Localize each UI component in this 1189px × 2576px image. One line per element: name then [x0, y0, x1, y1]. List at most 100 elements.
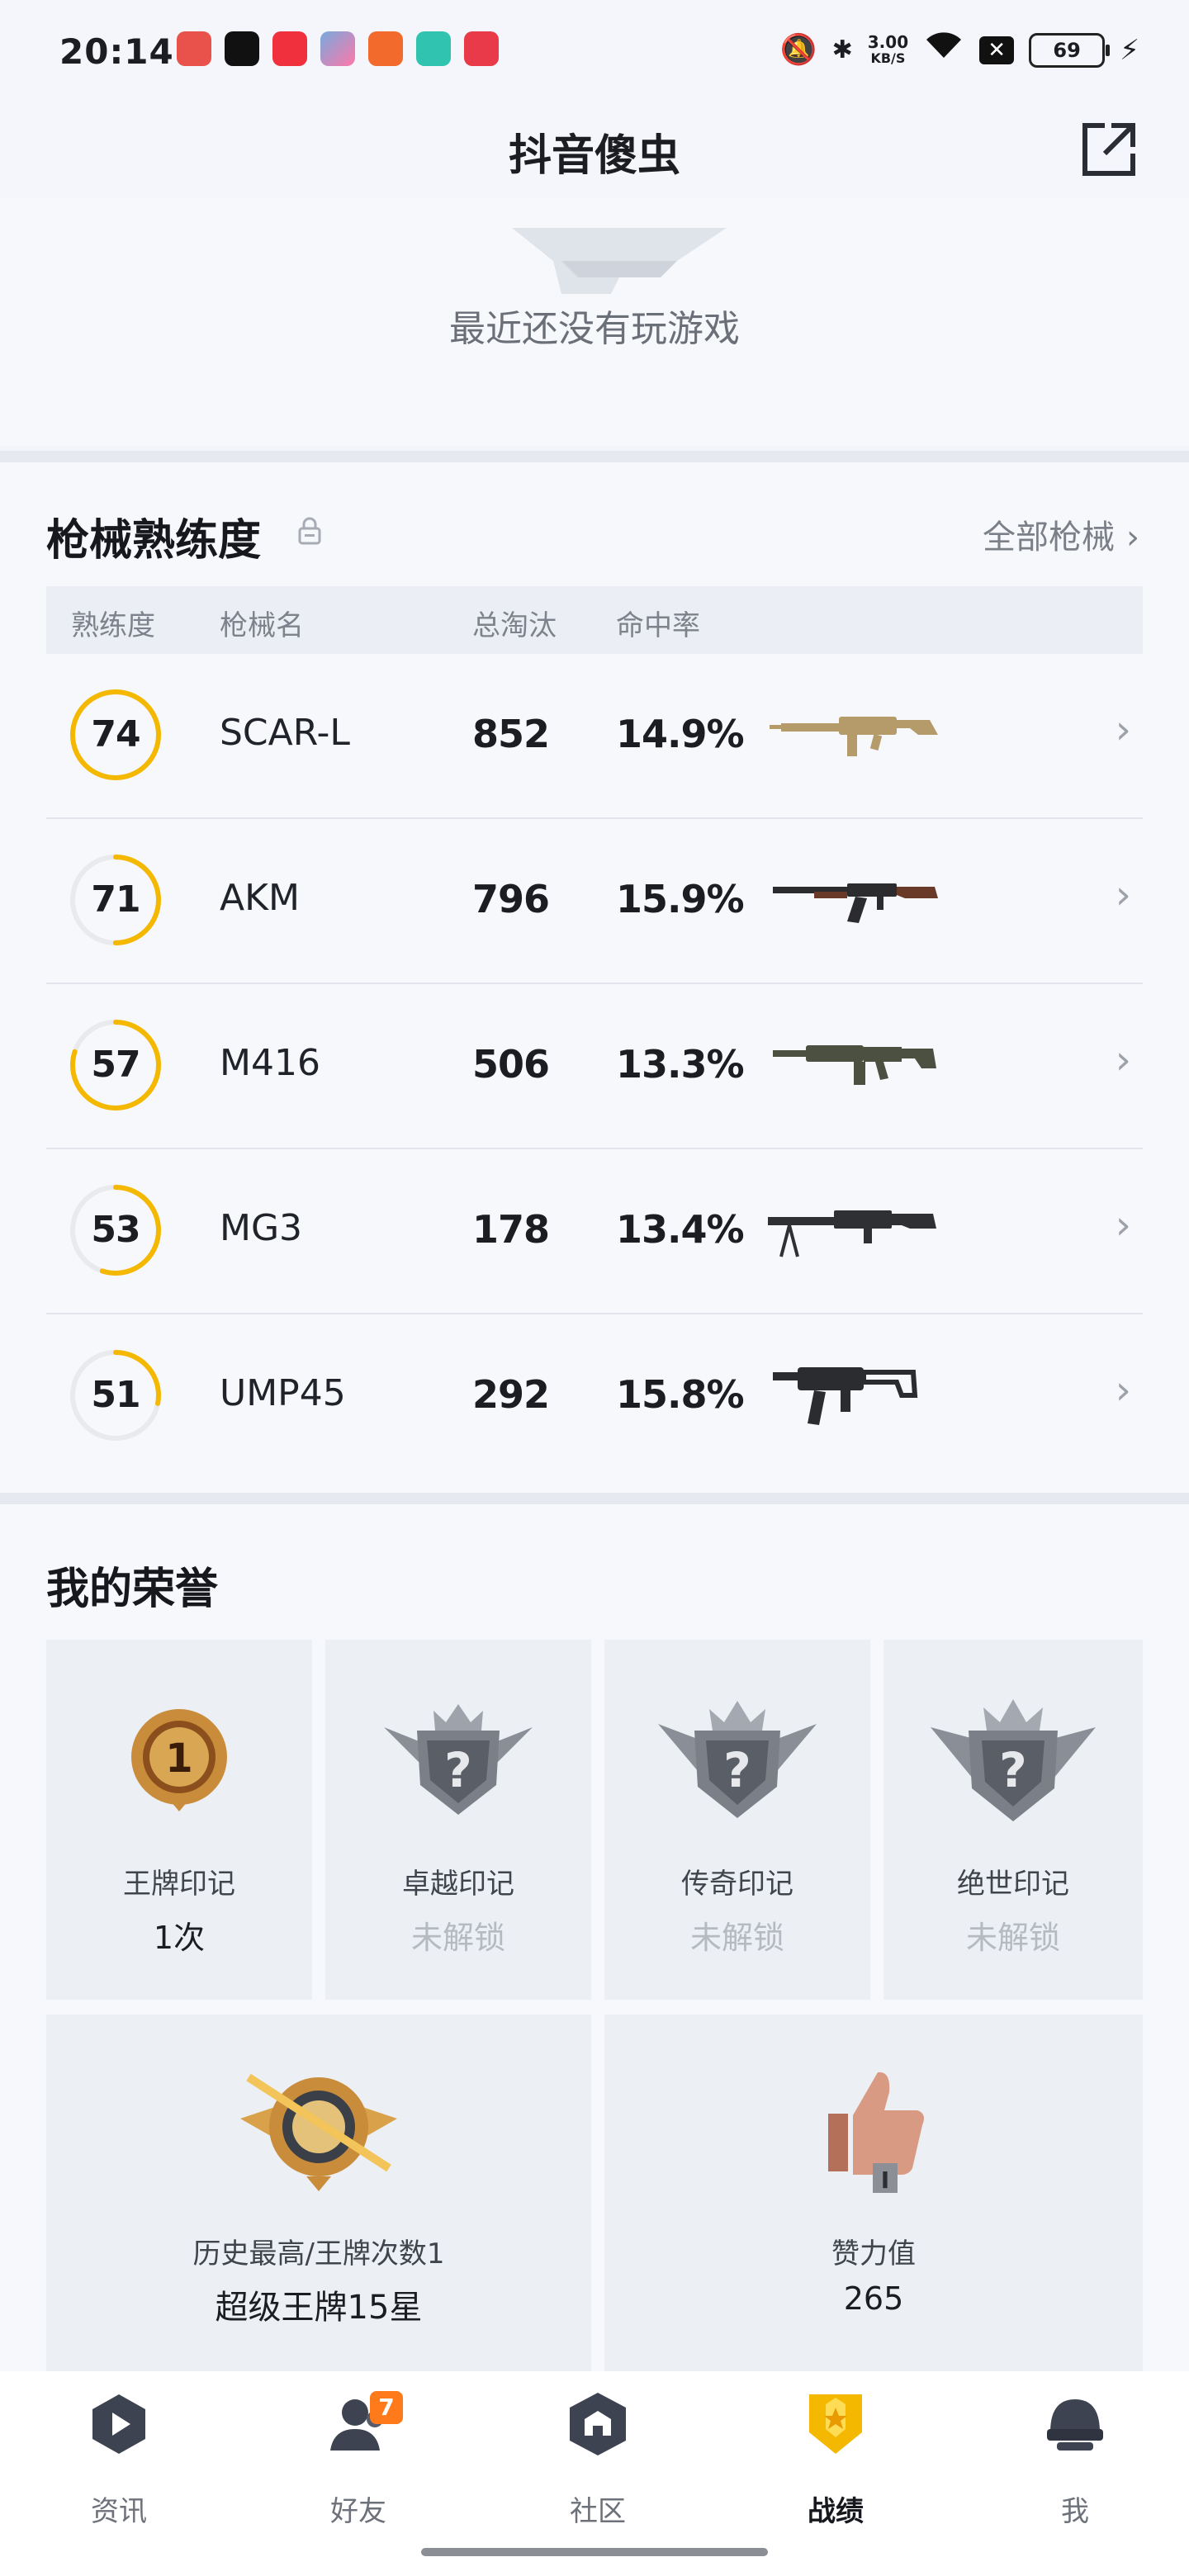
akm-rifle-icon	[773, 883, 938, 923]
music-icon	[272, 31, 307, 66]
honor-label: 王牌印记	[123, 1868, 235, 1901]
history-best-card[interactable]: 历史最高/王牌次数1 超级王牌15星	[46, 2015, 591, 2371]
svg-text:?: ?	[723, 1742, 751, 1798]
weapon-hit-rate: 13.4%	[616, 1207, 745, 1252]
weapon-section-title: 枪械熟练度	[46, 516, 262, 566]
honor-value: 未解锁	[689, 1920, 784, 1956]
battery-icon: 69	[1029, 33, 1111, 68]
honor-value: 1次	[153, 1920, 206, 1956]
honors-section-title: 我的荣誉	[46, 1565, 219, 1614]
page-title: 抖音傻虫	[508, 131, 680, 181]
page-header: 抖音傻虫	[0, 99, 1189, 198]
honor-label: 传奇印记	[681, 1868, 793, 1901]
all-weapons-label: 全部枪械	[983, 519, 1115, 556]
weapon-hit-rate: 14.9%	[616, 712, 745, 756]
all-weapons-link[interactable]: 全部枪械 ›	[983, 510, 1139, 558]
close-box-icon: ✕	[979, 36, 1015, 64]
share-icon[interactable]	[1078, 117, 1141, 180]
honors-section: 我的荣誉 1 王牌印记 1次 ? 卓越印记 未解锁 ? 传奇印记 未解锁 ? 绝…	[0, 1504, 1189, 2371]
weapon-name: M416	[220, 1042, 320, 1084]
chevron-right-icon: ›	[1115, 707, 1131, 753]
nav-label: 战绩	[808, 2495, 864, 2528]
nav-item-me[interactable]: 我	[992, 2389, 1158, 2530]
honor-card-legend[interactable]: ? 传奇印记 未解锁	[604, 1640, 870, 2000]
nav-label: 好友	[330, 2495, 386, 2528]
proficiency-value: 51	[91, 1374, 140, 1416]
weapon-row[interactable]: 71 AKM 796 15.9% ›	[46, 819, 1143, 984]
honor-card-excellent[interactable]: ? 卓越印记 未解锁	[325, 1640, 591, 2000]
weapon-row[interactable]: 53 MG3 178 13.4% ›	[46, 1149, 1143, 1314]
app-icon-4	[320, 31, 355, 66]
history-label: 历史最高/王牌次数1	[192, 2237, 445, 2271]
likes-label: 赞力值	[831, 2237, 916, 2271]
ace-medal-icon: 1	[131, 1709, 227, 1811]
empty-recent-text: 最近还没有玩游戏	[449, 308, 740, 350]
app-icon-1	[177, 31, 211, 66]
lock-icon[interactable]	[297, 517, 322, 545]
status-bar: 20:14 🔕 ✱ 3.00 KB/S ✕ 69 ⚡	[0, 0, 1189, 99]
locked-shield-icon: ?	[658, 1701, 817, 1818]
nav-label: 我	[1061, 2495, 1089, 2528]
nav-label: 资讯	[91, 2495, 147, 2528]
weapon-row[interactable]: 74 SCAR-L 852 14.9% ›	[46, 654, 1143, 819]
chat-icon	[416, 31, 451, 66]
empty-illustration	[512, 228, 727, 294]
ump45-smg-icon	[773, 1367, 918, 1425]
svg-text:?: ?	[444, 1742, 472, 1798]
weapon-kills: 292	[472, 1372, 550, 1417]
mute-icon: 🔕	[779, 33, 817, 67]
nav-item-community[interactable]: 社区	[515, 2389, 680, 2530]
proficiency-value: 53	[91, 1209, 140, 1251]
col-hit-rate: 命中率	[616, 609, 700, 642]
home-indicator[interactable]	[421, 2548, 768, 2556]
weapon-name: SCAR-L	[220, 712, 350, 754]
weapon-kills: 852	[472, 712, 550, 756]
weapon-name: AKM	[220, 877, 300, 919]
likes-card[interactable]: I 赞力值 265	[604, 2015, 1143, 2371]
locked-shield-icon: ?	[384, 1704, 533, 1815]
honor-value: 未解锁	[965, 1920, 1060, 1956]
weapon-kills: 506	[472, 1042, 550, 1087]
friends-badge: 7	[370, 2391, 403, 2424]
scar-l-rifle-icon	[770, 717, 938, 756]
section-divider	[0, 451, 1189, 462]
wifi-icon	[923, 28, 964, 73]
notification-app-icons	[177, 31, 499, 66]
game-icon	[368, 31, 403, 66]
shop-icon	[464, 31, 499, 66]
weapon-proficiency-section: 枪械熟练度 全部枪械 › 熟练度 枪械名 总淘汰 命中率 74 SCAR-L 85…	[0, 462, 1189, 1493]
weapon-name: MG3	[220, 1207, 303, 1249]
nav-item-news[interactable]: 资讯	[36, 2389, 201, 2530]
chevron-right-icon: ›	[1115, 1037, 1131, 1083]
status-time: 20:14	[59, 31, 174, 72]
weapon-hit-rate: 15.9%	[616, 877, 745, 921]
nav-item-friends[interactable]: 7 好友	[276, 2389, 441, 2530]
likes-value: 265	[843, 2280, 904, 2317]
m416-rifle-icon	[773, 1045, 936, 1085]
super-ace-badge-icon	[240, 2073, 397, 2191]
svg-text:1: 1	[165, 1735, 192, 1782]
weapon-table-header: 熟练度 枪械名 总淘汰 命中率	[46, 586, 1143, 654]
weapon-row[interactable]: 57 M416 506 13.3% ›	[46, 984, 1143, 1149]
news-play-icon	[92, 2394, 145, 2454]
honor-card-ace[interactable]: 1 王牌印记 1次	[46, 1640, 312, 2000]
chevron-right-icon: ›	[1115, 1202, 1131, 1248]
weapon-row[interactable]: 51 UMP45 292 15.8% ›	[46, 1314, 1143, 1480]
record-shield-icon	[809, 2394, 862, 2454]
honor-value: 未解锁	[410, 1920, 505, 1956]
honor-label: 卓越印记	[402, 1868, 514, 1901]
weapon-hit-rate: 15.8%	[616, 1372, 745, 1417]
weapon-kills: 178	[472, 1207, 550, 1252]
nav-item-record[interactable]: 战绩	[753, 2389, 918, 2530]
honor-card-peerless[interactable]: ? 绝世印记 未解锁	[883, 1640, 1143, 2000]
section-divider	[0, 1493, 1189, 1504]
proficiency-value: 71	[91, 878, 140, 921]
svg-text:?: ?	[999, 1742, 1027, 1798]
network-speed: 3.00 KB/S	[867, 32, 909, 66]
history-value: 超级王牌15星	[215, 2289, 423, 2327]
weapon-kills: 796	[472, 877, 550, 921]
recent-games-card: 最近还没有玩游戏	[0, 198, 1189, 446]
tiktok-icon	[225, 31, 259, 66]
mg3-machine-gun-icon	[768, 1210, 936, 1257]
community-icon	[570, 2393, 626, 2455]
